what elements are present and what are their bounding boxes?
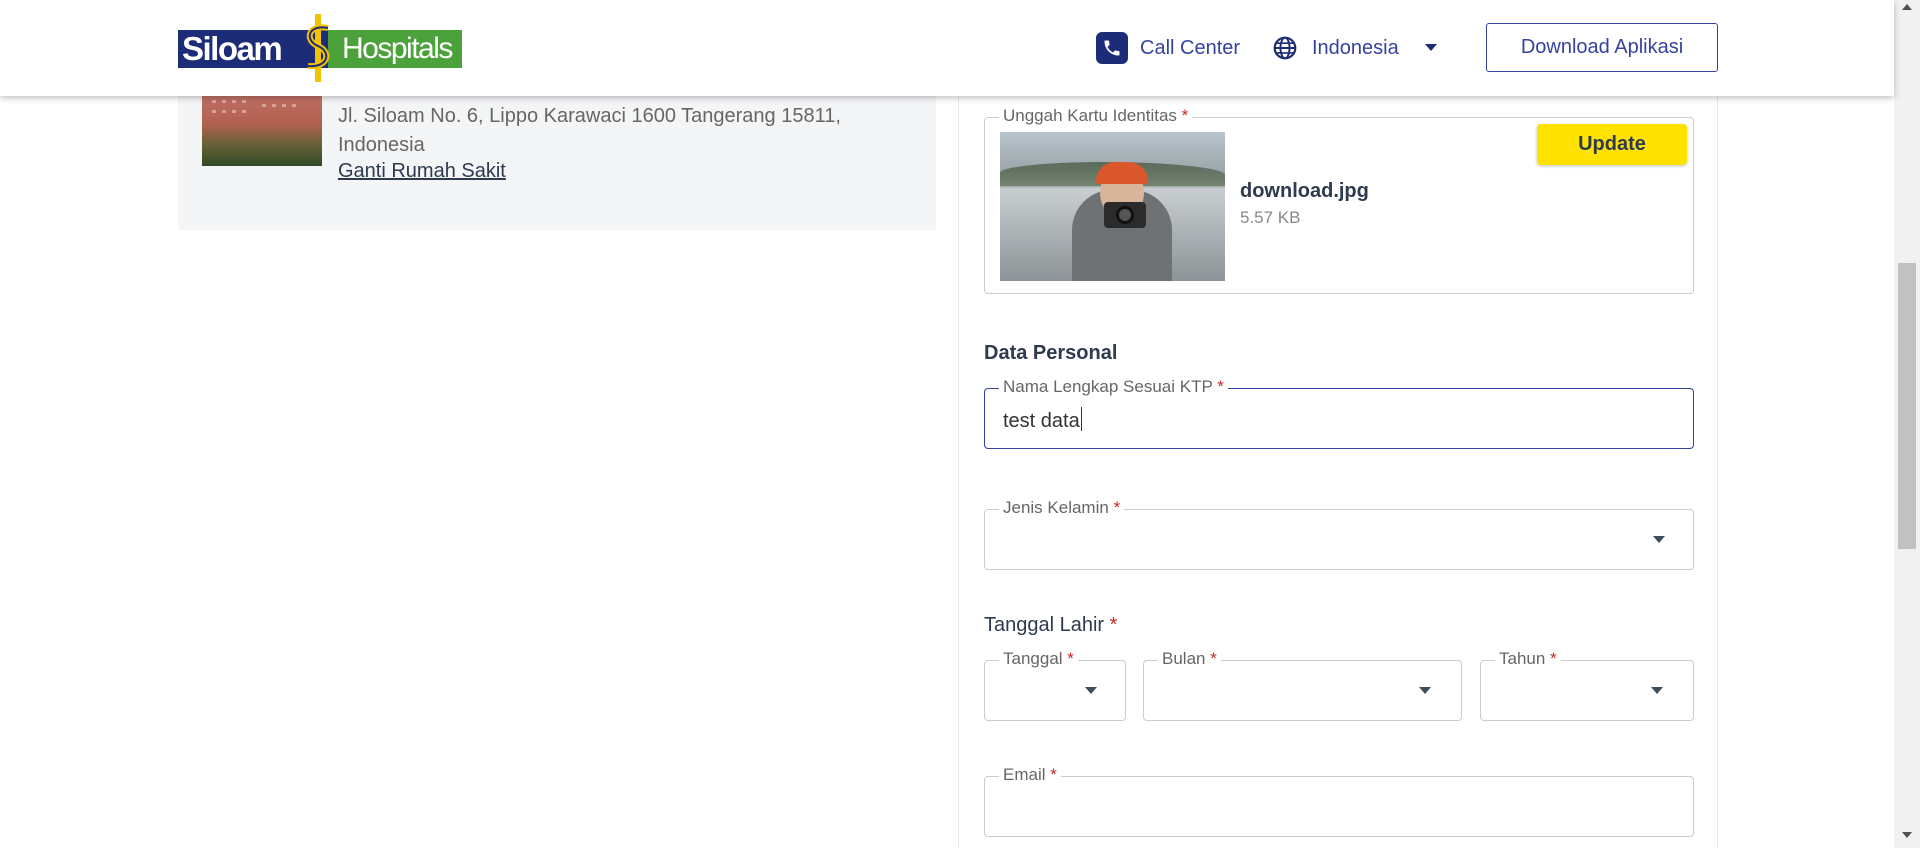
full-name-input[interactable]: test data bbox=[1003, 407, 1082, 433]
globe-icon bbox=[1273, 36, 1297, 60]
chevron-down-icon bbox=[1651, 687, 1663, 694]
hospital-image bbox=[202, 90, 322, 166]
registration-form: Unggah Kartu Identitas * download.jpg 5.… bbox=[958, 96, 1718, 848]
site-header: Siloam Hospitals Call Center Indonesia D… bbox=[0, 0, 1894, 96]
email-field[interactable]: Email * bbox=[984, 765, 1694, 837]
birth-year-legend: Tahun * bbox=[1495, 649, 1561, 669]
id-card-upload: Unggah Kartu Identitas * download.jpg 5.… bbox=[984, 106, 1694, 294]
hospital-card: Jl. Siloam No. 6, Lippo Karawaci 1600 Ta… bbox=[178, 90, 936, 230]
phone-icon bbox=[1096, 32, 1128, 64]
birth-day-legend: Tanggal * bbox=[999, 649, 1078, 669]
call-center-label: Call Center bbox=[1140, 36, 1241, 59]
chevron-down-icon bbox=[1419, 687, 1431, 694]
birth-month-select[interactable]: Bulan * bbox=[1143, 649, 1462, 721]
id-card-preview-image bbox=[1000, 132, 1225, 281]
full-name-field[interactable]: Nama Lengkap Sesuai KTP * test data bbox=[984, 377, 1694, 449]
call-center-link[interactable]: Call Center bbox=[1096, 30, 1240, 66]
full-name-legend: Nama Lengkap Sesuai KTP * bbox=[999, 377, 1228, 397]
chevron-down-icon bbox=[1424, 44, 1437, 51]
email-legend: Email * bbox=[999, 765, 1061, 785]
uploaded-file-name: download.jpg bbox=[1240, 180, 1369, 202]
language-selector[interactable]: Indonesia bbox=[1272, 30, 1437, 66]
siloam-logo[interactable]: Siloam Hospitals bbox=[178, 14, 462, 82]
chevron-down-icon bbox=[1085, 687, 1097, 694]
gender-legend: Jenis Kelamin * bbox=[999, 498, 1125, 518]
logo-emblem-icon bbox=[306, 14, 330, 82]
hospital-address: Jl. Siloam No. 6, Lippo Karawaci 1600 Ta… bbox=[338, 105, 841, 156]
gender-select[interactable]: Jenis Kelamin * bbox=[984, 498, 1694, 570]
birth-month-legend: Bulan * bbox=[1158, 649, 1221, 669]
uploaded-file-size: 5.57 KB bbox=[1240, 208, 1301, 227]
upload-legend: Unggah Kartu Identitas * bbox=[999, 106, 1193, 126]
logo-text-siloam: Siloam bbox=[182, 30, 283, 67]
birth-day-select[interactable]: Tanggal * bbox=[984, 649, 1126, 721]
page-scrollbar[interactable] bbox=[1894, 0, 1920, 848]
change-hospital-link[interactable]: Ganti Rumah Sakit bbox=[338, 160, 506, 183]
scroll-up-arrow-icon[interactable] bbox=[1902, 4, 1912, 10]
scroll-down-arrow-icon[interactable] bbox=[1902, 832, 1912, 838]
text-cursor bbox=[1080, 407, 1082, 431]
scrollbar-thumb[interactable] bbox=[1898, 263, 1916, 549]
update-upload-button[interactable]: Update bbox=[1537, 124, 1687, 165]
logo-text-hospitals: Hospitals bbox=[342, 32, 453, 65]
date-of-birth-title: Tanggal Lahir * bbox=[984, 614, 1118, 636]
birth-year-select[interactable]: Tahun * bbox=[1480, 649, 1694, 721]
language-label: Indonesia bbox=[1312, 36, 1399, 59]
download-app-button[interactable]: Download Aplikasi bbox=[1486, 23, 1718, 72]
personal-data-title: Data Personal bbox=[984, 342, 1118, 364]
chevron-down-icon bbox=[1653, 536, 1665, 543]
